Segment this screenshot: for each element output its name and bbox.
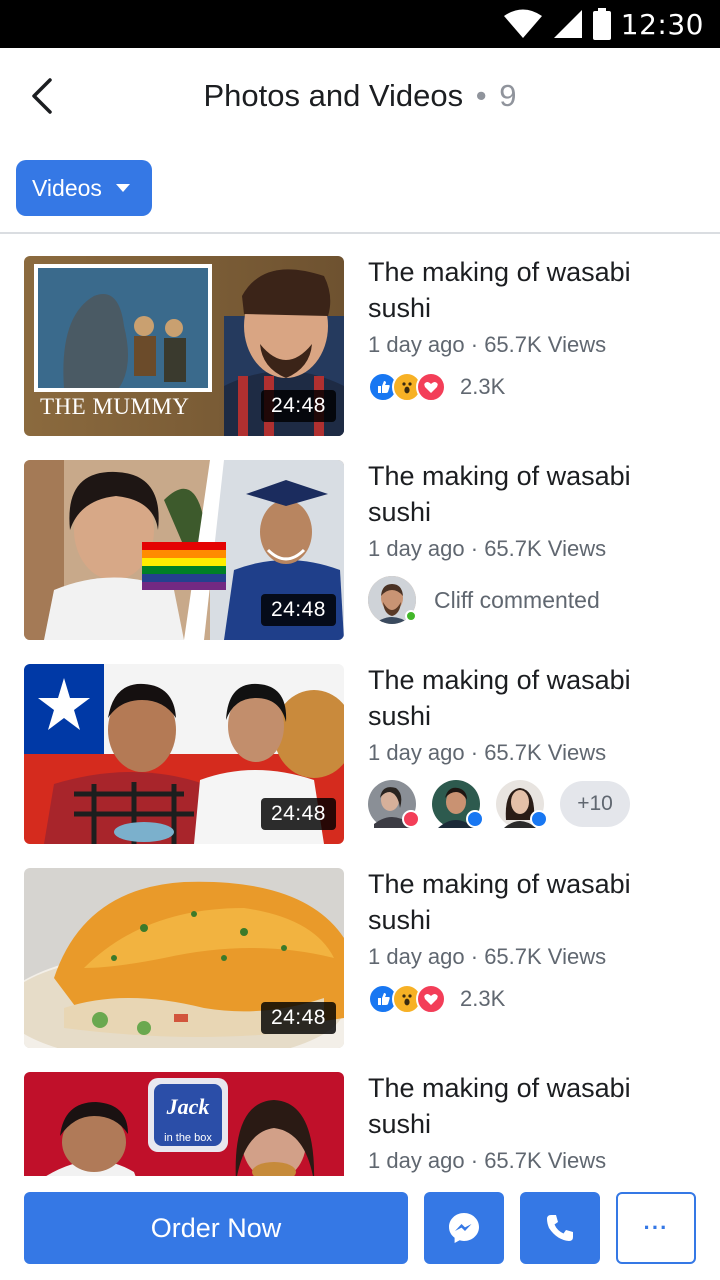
comment-text: Cliff commented: [434, 586, 600, 613]
reactions-count: 2.3K: [460, 374, 506, 399]
friend-avatar[interactable]: [432, 780, 484, 828]
video-info: The making of wasabi sushi 1 day ago · 6…: [368, 662, 698, 828]
header: Photos and Videos • 9: [0, 48, 720, 144]
bottom-action-bar: Order Now ···: [0, 1176, 720, 1280]
video-info: The making of wasabi sushi 1 day ago · 6…: [368, 458, 698, 624]
video-duration: 24:48: [260, 1002, 336, 1034]
video-list-item[interactable]: Jack in the box The making of wasabi sus…: [0, 1050, 720, 1176]
messenger-button[interactable]: [424, 1192, 504, 1264]
video-info: The making of wasabi sushi 1 day ago · 6…: [368, 866, 698, 1014]
video-duration: 24:48: [260, 798, 336, 830]
love-reaction-icon: [416, 984, 446, 1014]
video-title[interactable]: The making of wasabi sushi: [368, 1070, 698, 1142]
comment-summary[interactable]: Cliff commented: [368, 576, 698, 624]
video-duration: 24:48: [260, 390, 336, 422]
friend-avatar[interactable]: [368, 780, 420, 828]
thumbnail-logo-text: Jack: [166, 1094, 210, 1119]
video-meta: 1 day ago · 65.7K Views: [368, 536, 607, 561]
love-reaction-icon: [402, 810, 420, 828]
more-friends-count[interactable]: +10: [560, 781, 630, 827]
more-options-button[interactable]: ···: [616, 1192, 696, 1264]
video-meta: 1 day ago · 65.7K Views: [368, 944, 607, 969]
love-reaction-icon: [416, 372, 446, 402]
video-title[interactable]: The making of wasabi sushi: [368, 662, 698, 734]
video-duration: 24:48: [260, 594, 336, 626]
video-list-item[interactable]: THE MUMMY 24:48 The making of wasabi sus…: [0, 234, 720, 438]
phone-icon: [547, 1215, 573, 1241]
signal-icon: [553, 10, 582, 38]
like-reaction-icon: [466, 810, 484, 828]
reactions-count: 2.3K: [460, 986, 506, 1011]
video-title[interactable]: The making of wasabi sushi: [368, 254, 698, 326]
video-thumbnail[interactable]: THE MUMMY 24:48: [24, 256, 344, 436]
status-icons: 12:30: [503, 0, 704, 48]
video-list[interactable]: THE MUMMY 24:48 The making of wasabi sus…: [0, 234, 720, 1176]
thumbnail-logo-subtext: in the box: [164, 1132, 212, 1144]
video-thumbnail[interactable]: Jack in the box: [24, 1072, 344, 1176]
online-status-icon: [405, 610, 417, 622]
video-thumbnail[interactable]: 24:48: [24, 664, 344, 844]
caret-down-icon: [115, 184, 130, 192]
media-count: 9: [499, 78, 517, 113]
more-dots-icon: ···: [643, 1215, 669, 1240]
filter-label: Videos: [32, 174, 102, 201]
status-bar: 12:30: [0, 0, 720, 48]
video-title[interactable]: The making of wasabi sushi: [368, 866, 698, 938]
video-meta: 1 day ago · 65.7K Views: [368, 740, 607, 765]
video-meta: 1 day ago · 65.7K Views: [368, 332, 607, 357]
status-time: 12:30: [620, 7, 704, 41]
video-info: The making of wasabi sushi 1 day ago · 6…: [368, 254, 698, 402]
call-button[interactable]: [520, 1192, 600, 1264]
video-thumbnail[interactable]: 24:48: [24, 460, 344, 640]
video-list-item[interactable]: 24:48 The making of wasabi sushi 1 day a…: [0, 642, 720, 846]
video-title[interactable]: The making of wasabi sushi: [368, 458, 698, 530]
like-reaction-icon: [530, 810, 548, 828]
video-list-item[interactable]: 24:48 The making of wasabi sushi 1 day a…: [0, 846, 720, 1050]
video-info: The making of wasabi sushi 1 day ago · 6…: [368, 1070, 698, 1174]
reactions-summary[interactable]: 2.3K: [368, 372, 698, 402]
title-separator: •: [475, 78, 487, 113]
wifi-icon: [503, 9, 542, 38]
reactions-summary[interactable]: 2.3K: [368, 984, 698, 1014]
video-meta: 1 day ago · 65.7K Views: [368, 1148, 607, 1173]
video-thumbnail[interactable]: 24:48: [24, 868, 344, 1048]
friend-reactions[interactable]: +10: [368, 780, 698, 828]
page-title-text: Photos and Videos: [203, 78, 464, 113]
messenger-icon: [449, 1213, 479, 1243]
thumbnail-image: [24, 1072, 344, 1176]
friend-avatar[interactable]: [496, 780, 548, 828]
avatar[interactable]: [368, 576, 417, 624]
order-now-button[interactable]: Order Now: [24, 1192, 408, 1264]
page-title: Photos and Videos • 9: [0, 78, 720, 114]
video-list-item[interactable]: 24:48 The making of wasabi sushi 1 day a…: [0, 438, 720, 642]
battery-icon: [592, 8, 611, 40]
thumbnail-caption: THE MUMMY: [40, 394, 190, 419]
videos-filter-dropdown[interactable]: Videos: [16, 160, 152, 216]
